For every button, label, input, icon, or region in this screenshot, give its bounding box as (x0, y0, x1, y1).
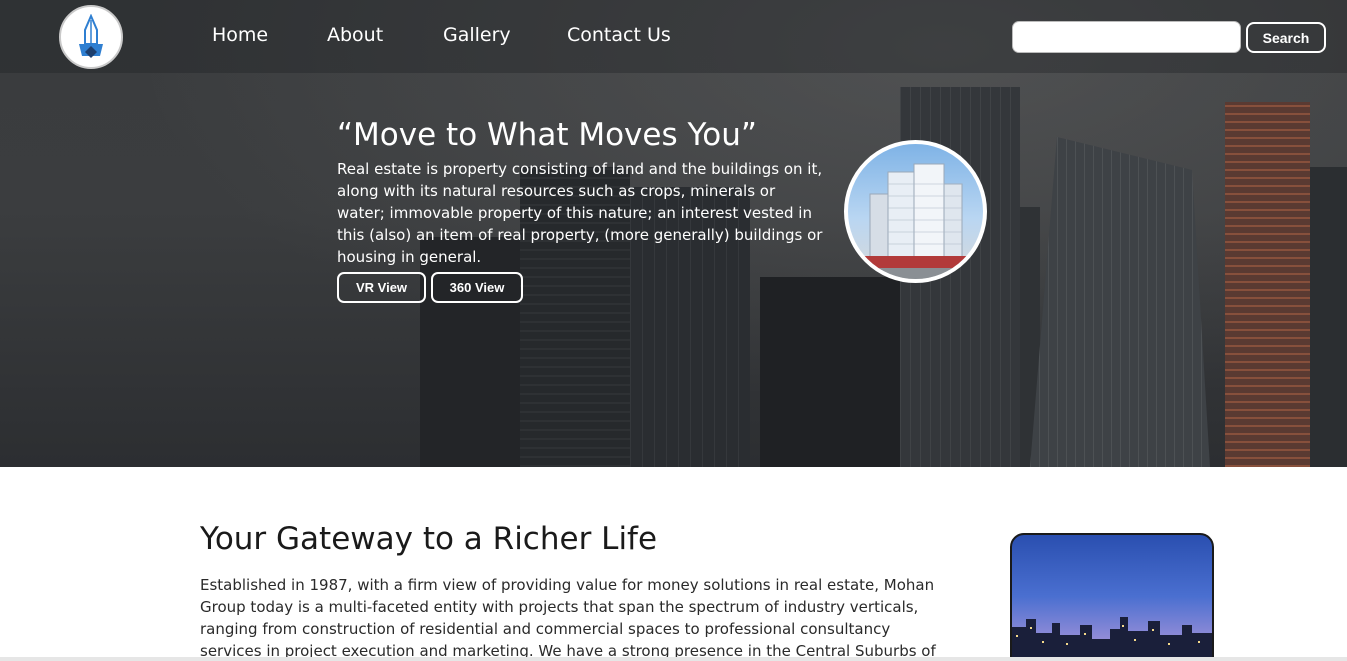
background-building (1030, 137, 1210, 467)
hero-banner: Home About Gallery Contact Us Search “Mo… (0, 0, 1347, 467)
vr-view-button[interactable]: VR View (337, 272, 426, 303)
tower-illustration (848, 163, 983, 279)
hero-description: Real estate is property consisting of la… (337, 160, 823, 266)
logo-graphic (79, 14, 103, 58)
360-view-button[interactable]: 360 View (431, 272, 523, 303)
search-button[interactable]: Search (1246, 22, 1326, 53)
nav-gallery[interactable]: Gallery (443, 24, 511, 46)
background-building (760, 277, 910, 467)
tower-photo (844, 140, 987, 283)
city-skyline-photo (1010, 533, 1214, 661)
nav-about[interactable]: About (327, 24, 383, 46)
about-title: Your Gateway to a Richer Life (200, 521, 658, 557)
background-building (1225, 102, 1310, 467)
about-description: Established in 1987, with a firm view of… (200, 576, 936, 660)
skyline-illustration (1012, 617, 1212, 661)
horizontal-scrollbar[interactable] (0, 657, 1347, 661)
nav-contact-us[interactable]: Contact Us (567, 24, 671, 46)
navbar: Home About Gallery Contact Us Search (0, 0, 1347, 73)
building-logo-icon[interactable] (59, 5, 123, 69)
hero-title: “Move to What Moves You” (337, 117, 757, 153)
nav-home[interactable]: Home (212, 24, 268, 46)
search-input[interactable] (1012, 21, 1241, 53)
background-building (1310, 167, 1347, 467)
